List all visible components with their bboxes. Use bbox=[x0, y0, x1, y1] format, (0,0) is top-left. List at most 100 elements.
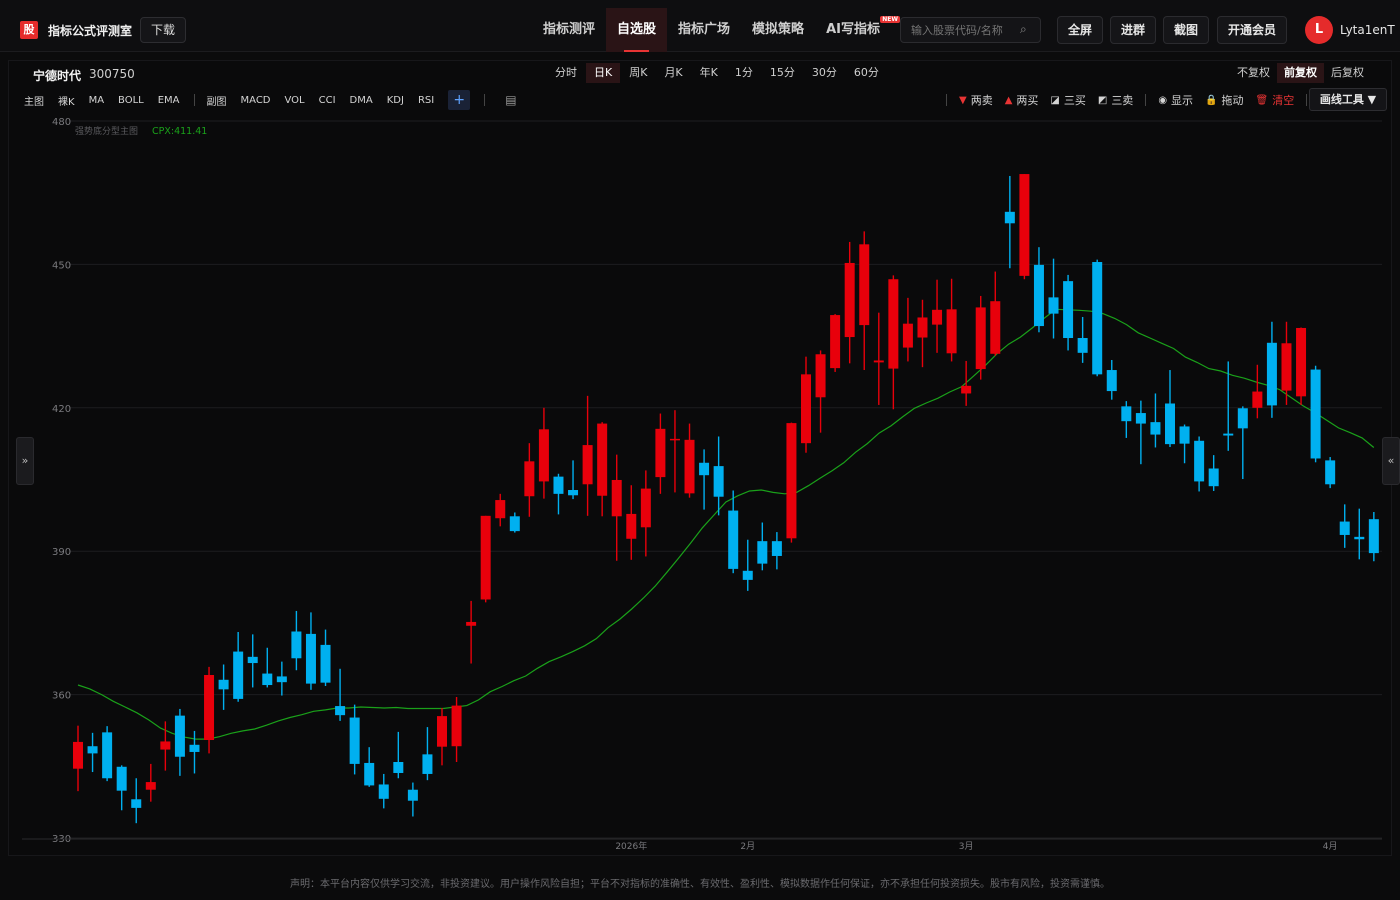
candle-body bbox=[1092, 262, 1103, 375]
candle-body bbox=[305, 633, 316, 684]
candle-body bbox=[1281, 343, 1292, 391]
candle-body bbox=[553, 476, 564, 494]
candle-body bbox=[335, 706, 346, 716]
x-tick-label: 2月 bbox=[740, 841, 755, 852]
candle-body bbox=[1296, 327, 1307, 397]
candle-body bbox=[262, 673, 273, 686]
candle-body bbox=[859, 244, 870, 326]
candle-body bbox=[844, 262, 855, 338]
candle-body bbox=[466, 621, 477, 626]
candle-body bbox=[917, 317, 928, 338]
candle-body bbox=[597, 423, 608, 496]
candle-body bbox=[1339, 521, 1350, 535]
candle-body bbox=[902, 323, 913, 348]
candle-body bbox=[116, 766, 127, 791]
candle-body bbox=[1048, 297, 1059, 314]
candle-body bbox=[801, 374, 811, 444]
candle-body bbox=[1063, 281, 1074, 339]
candle-body bbox=[669, 438, 680, 441]
candle-body bbox=[946, 309, 957, 354]
candle-body bbox=[1019, 174, 1030, 276]
candle-body bbox=[524, 461, 535, 497]
candle-body bbox=[247, 656, 258, 664]
candle-body bbox=[1223, 433, 1234, 436]
candle-body bbox=[786, 423, 797, 539]
candle-body bbox=[582, 445, 593, 485]
candle-body bbox=[102, 732, 113, 779]
candle-body bbox=[1004, 211, 1015, 224]
candle-body bbox=[568, 490, 579, 496]
candle-body bbox=[1310, 369, 1321, 459]
candle-body bbox=[757, 541, 768, 564]
candle-body bbox=[1121, 406, 1132, 422]
candle-body bbox=[407, 789, 418, 801]
candle-body bbox=[393, 761, 404, 773]
candle-body bbox=[932, 309, 943, 325]
candle-body bbox=[1325, 460, 1336, 485]
candle-body bbox=[1165, 403, 1175, 445]
candle-body bbox=[87, 746, 98, 754]
candle-body bbox=[451, 705, 462, 747]
candle-body bbox=[1179, 426, 1190, 444]
candle-body bbox=[495, 500, 506, 519]
candle-body bbox=[437, 716, 447, 747]
candle-body bbox=[888, 279, 899, 369]
candle-body bbox=[233, 651, 244, 699]
candle-body bbox=[728, 510, 739, 569]
candle-body bbox=[422, 754, 433, 774]
candle-body bbox=[815, 354, 826, 398]
candle-body bbox=[480, 515, 491, 600]
x-tick-label: 2026年 bbox=[615, 840, 647, 852]
candle-body bbox=[1368, 519, 1379, 554]
candle-body bbox=[1077, 338, 1088, 353]
candle-body bbox=[204, 675, 215, 741]
candle-body bbox=[131, 799, 142, 808]
y-tick-label: 420 bbox=[52, 404, 71, 415]
candle-body bbox=[771, 541, 782, 556]
y-tick-label: 360 bbox=[52, 691, 71, 702]
legend-name: 强势底分型主图 bbox=[75, 125, 138, 137]
candle-body bbox=[1106, 370, 1117, 392]
candle-body bbox=[975, 307, 986, 370]
candle-body bbox=[1150, 422, 1161, 435]
candle-body bbox=[1266, 342, 1277, 406]
y-tick-label: 450 bbox=[52, 260, 71, 271]
candle-body bbox=[684, 439, 695, 494]
y-tick-label: 480 bbox=[52, 117, 71, 128]
candle-body bbox=[509, 516, 520, 532]
y-tick-label: 390 bbox=[52, 547, 71, 558]
candle-body bbox=[73, 741, 83, 769]
candle-body bbox=[538, 429, 549, 482]
candle-body bbox=[699, 462, 710, 476]
expand-left-button[interactable]: » bbox=[16, 437, 34, 485]
legend-value: CPX:411.41 bbox=[152, 126, 207, 137]
candle-body bbox=[364, 762, 375, 786]
candle-body bbox=[276, 676, 287, 683]
candle-body bbox=[145, 782, 156, 790]
candle-body bbox=[1208, 468, 1219, 487]
candle-body bbox=[1135, 413, 1146, 424]
candle-body bbox=[655, 428, 666, 478]
candle-body bbox=[611, 479, 622, 517]
candle-body bbox=[961, 385, 972, 394]
candle-body bbox=[189, 744, 200, 752]
candle-body bbox=[1033, 264, 1044, 327]
expand-right-button[interactable]: « bbox=[1382, 437, 1400, 485]
candle-body bbox=[1252, 391, 1263, 408]
kline-chart[interactable]: 4804504203903603302026年 2月 3月 4月强势底分型主图 CPX:… bbox=[0, 0, 1400, 900]
candle-body bbox=[174, 715, 185, 757]
candle-body bbox=[742, 570, 753, 580]
candle-body bbox=[320, 644, 331, 683]
candle-body bbox=[1194, 440, 1205, 482]
candle-body bbox=[713, 466, 724, 497]
candle-body bbox=[378, 784, 389, 799]
disclaimer: 声明：本平台内容仅供学习交流，非投资建议。用户操作风险自担；平台不对指标的准确性… bbox=[290, 879, 1110, 890]
candle-body bbox=[218, 679, 229, 690]
candle-body bbox=[1354, 536, 1365, 540]
candle-body bbox=[291, 631, 302, 659]
candle-body bbox=[873, 360, 884, 363]
candle-body bbox=[640, 488, 651, 528]
x-tick-label: 3月 bbox=[959, 841, 974, 852]
candle-body bbox=[160, 741, 171, 750]
candle-body bbox=[349, 717, 360, 764]
